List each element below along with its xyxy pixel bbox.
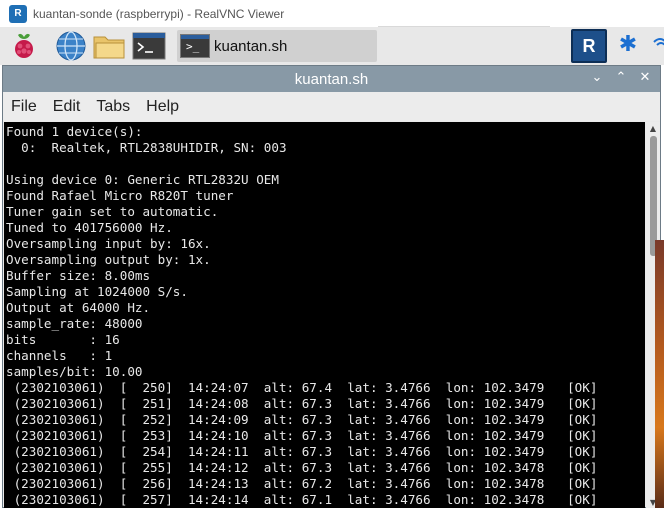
terminal-window: kuantan.sh ⌄ ⌃ ✕ File Edit Tabs Help Fou…	[2, 65, 661, 508]
scroll-up-icon[interactable]: ▲	[646, 124, 660, 134]
wifi-icon[interactable]	[652, 30, 664, 60]
background-desktop-edge	[655, 240, 664, 508]
terminal-line: Output at 64000 Hz.	[6, 300, 151, 315]
terminal-line: Tuner gain set to automatic.	[6, 204, 219, 219]
close-icon[interactable]: ✕	[638, 70, 652, 85]
terminal-line: Oversampling input by: 16x.	[6, 236, 211, 251]
menu-help[interactable]: Help	[146, 98, 179, 116]
taskbar-task-label: kuantan.sh	[214, 37, 288, 55]
terminal-line: (2302103061) [ 254] 14:24:11 alt: 67.3 l…	[6, 444, 598, 459]
terminal-line: Oversampling output by: 1x.	[6, 252, 211, 267]
terminal-icon[interactable]	[131, 30, 167, 62]
minimize-icon[interactable]: ⌄	[590, 70, 604, 85]
bluetooth-icon[interactable]: ✱	[618, 32, 638, 60]
maximize-icon[interactable]: ⌃	[614, 70, 628, 85]
menubar: File Edit Tabs Help	[3, 92, 660, 121]
window-controls: ⌄ ⌃ ✕	[590, 70, 652, 85]
vnc-window-title: kuantan-sonde (raspberrypi) - RealVNC Vi…	[33, 6, 285, 21]
terminal-line: Using device 0: Generic RTL2832U OEM	[6, 172, 279, 187]
terminal-line: (2302103061) [ 253] 14:24:10 alt: 67.3 l…	[6, 428, 598, 443]
terminal-line: (2302103061) [ 255] 14:24:12 alt: 67.3 l…	[6, 460, 598, 475]
menu-file[interactable]: File	[11, 98, 37, 116]
terminal-line: samples/bit: 10.00	[6, 364, 143, 379]
terminal-output[interactable]: Found 1 device(s): 0: Realtek, RTL2838UH…	[4, 122, 645, 508]
web-browser-globe-icon[interactable]	[54, 30, 88, 62]
terminal-line: (2302103061) [ 252] 14:24:09 alt: 67.3 l…	[6, 412, 598, 427]
file-manager-folder-icon[interactable]	[92, 30, 128, 62]
window-titlebar[interactable]: kuantan.sh ⌄ ⌃ ✕	[3, 66, 660, 92]
terminal-icon: >_	[180, 34, 210, 58]
taskbar-task-kuantan[interactable]: >_ kuantan.sh	[177, 30, 377, 62]
terminal-line: sample_rate: 48000	[6, 316, 143, 331]
terminal-line: (2302103061) [ 251] 14:24:08 alt: 67.3 l…	[6, 396, 598, 411]
terminal-line: (2302103061) [ 256] 14:24:13 alt: 67.2 l…	[6, 476, 598, 491]
vnc-titlebar: R kuantan-sonde (raspberrypi) - RealVNC …	[0, 0, 664, 27]
terminal-line: Sampling at 1024000 S/s.	[6, 284, 188, 299]
menu-tabs[interactable]: Tabs	[96, 98, 130, 116]
realvnc-logo-icon: R	[9, 4, 27, 23]
terminal-text: Found 1 device(s): 0: Realtek, RTL2838UH…	[6, 124, 597, 508]
menu-edit[interactable]: Edit	[53, 98, 81, 116]
terminal-line: Found Rafael Micro R820T tuner	[6, 188, 234, 203]
terminal-line: 0: Realtek, RTL2838UHIDIR, SN: 003	[6, 140, 287, 155]
taskbar: >_ kuantan.sh	[0, 27, 664, 65]
window-title: kuantan.sh	[294, 70, 369, 88]
terminal-line: (2302103061) [ 250] 14:24:07 alt: 67.4 l…	[6, 380, 598, 395]
terminal-line: Found 1 device(s):	[6, 124, 143, 139]
raspberry-pi-menu-icon[interactable]	[7, 30, 41, 62]
terminal-line: (2302103061) [ 257] 14:24:14 alt: 67.1 l…	[6, 492, 598, 507]
terminal-line: Buffer size: 8.00ms	[6, 268, 151, 283]
scrollbar-thumb[interactable]	[650, 136, 657, 256]
realvnc-tray-icon[interactable]: R	[571, 29, 607, 63]
terminal-line: channels : 1	[6, 348, 113, 363]
terminal-line: bits : 16	[6, 332, 120, 347]
terminal-line: Tuned to 401756000 Hz.	[6, 220, 173, 235]
